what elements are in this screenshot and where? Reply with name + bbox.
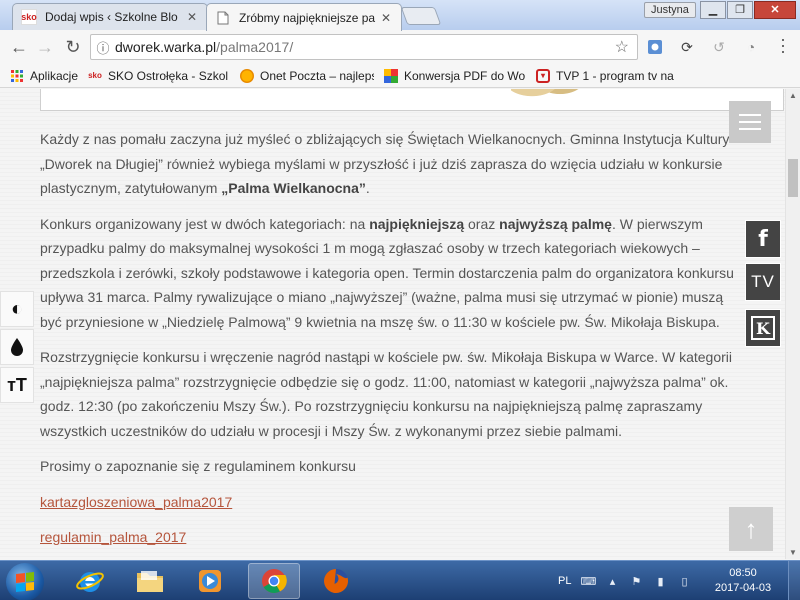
browser-toolbar: ← → ↻ ⓘ dworek.warka.pl /palma2017/ ☆ ⟳ … (0, 30, 800, 64)
tab-palma[interactable]: Zróbmy najpiękniejsze pa ✕ (206, 3, 402, 31)
battery-icon[interactable]: ▯ (677, 574, 691, 588)
forward-arrow-icon[interactable]: → (32, 34, 58, 60)
text-size-icon[interactable]: тT (0, 367, 34, 403)
bookmark-onet[interactable]: Onet Poczta – najleps (240, 68, 374, 83)
bookmark-pdf[interactable]: Konwersja PDF do Wo (384, 68, 526, 83)
taskbar-chrome[interactable] (248, 563, 300, 599)
page-icon (215, 10, 231, 26)
facebook-icon[interactable]: f (745, 220, 781, 258)
media-player-icon (199, 570, 221, 592)
language-indicator[interactable]: PL (558, 575, 571, 587)
hamburger-menu-icon[interactable] (729, 101, 771, 143)
scrollbar-thumb[interactable] (788, 159, 798, 197)
tab-title: Zróbmy najpiękniejsze pa (239, 10, 376, 25)
onet-icon (240, 68, 254, 83)
back-arrow-icon[interactable]: ← (6, 34, 32, 60)
clock-date: 2017-04-03 (714, 582, 772, 594)
show-hidden-icons-icon[interactable]: ▴ (605, 574, 619, 588)
bookmark-apps[interactable]: Aplikacje (10, 69, 78, 83)
kw-logo-icon[interactable]: K (745, 309, 781, 347)
clock-time: 08:50 (729, 567, 757, 579)
link-registration-card[interactable]: kartazgloszeniowa_palma2017 (40, 490, 232, 515)
menu-dots-icon[interactable]: · · · (778, 30, 788, 60)
bookmark-sko[interactable]: sko SKO Ostrołęka - Szkol (88, 69, 230, 83)
scroll-down-icon[interactable]: ▼ (789, 548, 797, 557)
paragraph-results: Rozstrzygnięcie konkursu i wręczenie nag… (40, 349, 732, 439)
system-tray: PL ⌨ ▴ ⚑ ▮ ▯ (558, 561, 691, 600)
sko-icon: sko (21, 9, 37, 25)
web-page: Każdy z nas pomału zaczyna już myśleć o … (0, 89, 785, 559)
folder-icon (137, 571, 163, 592)
taskbar-ie[interactable] (64, 563, 116, 599)
bookmark-label: SKO Ostrołęka - Szkol (108, 68, 229, 83)
taskbar-explorer[interactable] (124, 563, 176, 599)
extension-refresh-icon[interactable]: ↺ (710, 38, 728, 56)
tab-title: Dodaj wpis ‹ Szkolne Blo (45, 10, 178, 24)
minimize-button[interactable]: ▁ (700, 1, 726, 19)
url-host: dworek.warka.pl (115, 39, 217, 55)
extension-gauge-icon[interactable]: ◔ (742, 38, 760, 56)
action-center-icon[interactable]: ⚑ (629, 574, 643, 588)
reload-icon[interactable]: ↻ (60, 34, 86, 60)
tv-icon[interactable]: TV (745, 263, 781, 301)
new-tab-button[interactable] (400, 7, 442, 25)
maximize-button[interactable]: ❐ (727, 1, 753, 19)
bookmark-label: Onet Poczta – najleps (260, 68, 374, 83)
taskbar-firefox[interactable] (310, 563, 362, 599)
contrast-toggle-icon[interactable]: ◐ (0, 291, 34, 327)
link-regulations[interactable]: regulamin_palma_2017 (40, 525, 186, 550)
network-icon[interactable]: ▮ (653, 574, 667, 588)
taskbar-media-player[interactable] (184, 563, 236, 599)
profile-button[interactable]: Justyna (644, 2, 696, 18)
paragraph-intro: Każdy z nas pomału zaczyna już myśleć o … (40, 131, 730, 196)
apps-grid-icon (10, 69, 24, 83)
article-body: Każdy z nas pomału zaczyna już myśleć o … (40, 127, 740, 559)
bookmark-label: Konwersja PDF do Wo (404, 68, 526, 83)
paragraph-regulations: Prosimy o zapoznanie się z regulaminem k… (40, 458, 356, 474)
close-tab-icon[interactable]: ✕ (185, 10, 199, 24)
bookmark-tvp[interactable]: ▾ TVP 1 - program tv na (536, 68, 682, 83)
ink-drop-icon[interactable] (0, 329, 34, 365)
show-desktop-button[interactable] (788, 561, 800, 600)
header-image-frame (40, 89, 784, 111)
scroll-to-top-icon[interactable]: ↑ (729, 507, 773, 551)
bookmarks-bar: Aplikacje sko SKO Ostrołęka - Szkol Onet… (0, 64, 800, 88)
info-icon[interactable]: ⓘ (91, 38, 115, 57)
bookmark-label: Aplikacje (30, 68, 78, 83)
internet-explorer-icon (76, 572, 104, 592)
bookmark-label: TVP 1 - program tv na (556, 68, 674, 83)
header-image (511, 89, 581, 109)
start-button[interactable] (6, 563, 44, 600)
extension-sync-icon[interactable]: ⟳ (678, 38, 696, 56)
address-bar[interactable]: ⓘ dworek.warka.pl /palma2017/ ☆ (90, 34, 638, 60)
taskbar-clock[interactable]: 08:50 2017-04-03 (706, 566, 780, 596)
tab-dodaj-wpis[interactable]: sko Dodaj wpis ‹ Szkolne Blo ✕ (12, 3, 208, 30)
paragraph-categories: Konkurs organizowany jest w dwóch katego… (40, 215, 734, 330)
keyboard-icon[interactable]: ⌨ (581, 574, 597, 588)
extension-screen-icon[interactable] (646, 38, 664, 56)
windows-taskbar: PL ⌨ ▴ ⚑ ▮ ▯ 08:50 2017-04-03 (0, 560, 800, 600)
bookmark-star-icon[interactable]: ☆ (615, 37, 629, 57)
pdf-convert-icon (384, 68, 398, 83)
close-window-button[interactable]: ✕ (754, 1, 796, 19)
page-scrollbar[interactable]: ▲ ▼ (785, 89, 800, 559)
tvp-icon: ▾ (536, 68, 550, 83)
scroll-up-icon[interactable]: ▲ (789, 91, 797, 100)
windows-logo-icon (16, 572, 34, 592)
url-path: /palma2017/ (216, 39, 294, 55)
close-tab-icon[interactable]: ✕ (379, 11, 393, 25)
chrome-icon (262, 569, 287, 594)
sko-icon: sko (88, 71, 102, 80)
firefox-icon (324, 569, 349, 593)
browser-titlebar: sko Dodaj wpis ‹ Szkolne Blo ✕ Zróbmy na… (0, 0, 800, 31)
